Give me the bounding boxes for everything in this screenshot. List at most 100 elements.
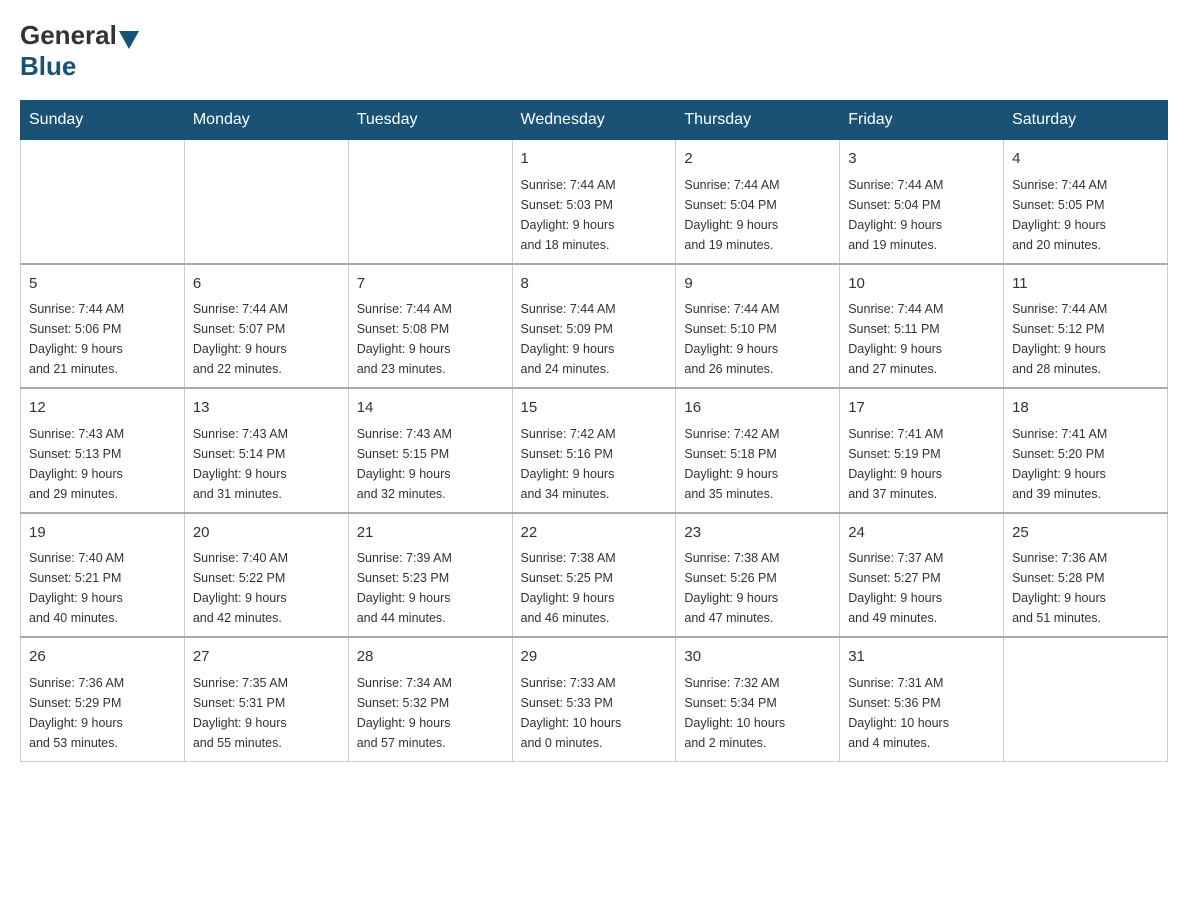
day-number: 25 <box>1012 522 1159 545</box>
day-number: 20 <box>193 522 340 545</box>
day-info: Sunrise: 7:44 AMSunset: 5:11 PMDaylight:… <box>848 299 995 379</box>
logo: General Blue <box>20 20 141 82</box>
calendar-header-friday: Friday <box>840 101 1004 140</box>
calendar-header-sunday: Sunday <box>21 101 185 140</box>
day-info: Sunrise: 7:38 AMSunset: 5:26 PMDaylight:… <box>684 548 831 628</box>
calendar-day-cell: 21Sunrise: 7:39 AMSunset: 5:23 PMDayligh… <box>348 513 512 638</box>
day-number: 24 <box>848 522 995 545</box>
calendar-week-row: 5Sunrise: 7:44 AMSunset: 5:06 PMDaylight… <box>21 264 1168 389</box>
calendar-day-cell: 15Sunrise: 7:42 AMSunset: 5:16 PMDayligh… <box>512 388 676 513</box>
page-header: General Blue <box>20 20 1168 82</box>
day-number: 5 <box>29 273 176 296</box>
calendar-week-row: 1Sunrise: 7:44 AMSunset: 5:03 PMDaylight… <box>21 140 1168 264</box>
day-info: Sunrise: 7:41 AMSunset: 5:20 PMDaylight:… <box>1012 424 1159 504</box>
calendar-table: SundayMondayTuesdayWednesdayThursdayFrid… <box>20 100 1168 762</box>
day-number: 12 <box>29 397 176 420</box>
day-info: Sunrise: 7:44 AMSunset: 5:04 PMDaylight:… <box>684 175 831 255</box>
day-number: 7 <box>357 273 504 296</box>
day-number: 17 <box>848 397 995 420</box>
calendar-day-cell: 10 Sunrise: 7:44 AMSunset: 5:11 PMDayligh… <box>840 264 1004 389</box>
calendar-day-cell: 14Sunrise: 7:43 AMSunset: 5:15 PMDayligh… <box>348 388 512 513</box>
calendar-day-cell: 20Sunrise: 7:40 AMSunset: 5:22 PMDayligh… <box>184 513 348 638</box>
calendar-week-row: 26 Sunrise: 7:36 AMSunset: 5:29 PMDayligh… <box>21 637 1168 761</box>
day-number: 1 <box>521 148 668 171</box>
calendar-header-thursday: Thursday <box>676 101 840 140</box>
calendar-day-cell: 29Sunrise: 7:33 AMSunset: 5:33 PMDayligh… <box>512 637 676 761</box>
day-number: 11 <box>1012 273 1159 296</box>
calendar-day-cell: 31Sunrise: 7:31 AMSunset: 5:36 PMDayligh… <box>840 637 1004 761</box>
day-number: 19 <box>29 522 176 545</box>
day-info: Sunrise: 7:32 AMSunset: 5:34 PMDaylight:… <box>684 673 831 753</box>
calendar-week-row: 12 Sunrise: 7:43 AMSunset: 5:13 PMDayligh… <box>21 388 1168 513</box>
calendar-day-cell: 9 Sunrise: 7:44 AMSunset: 5:10 PMDaylight… <box>676 264 840 389</box>
day-info: Sunrise: 7:39 AMSunset: 5:23 PMDaylight:… <box>357 548 504 628</box>
calendar-day-cell <box>21 140 185 264</box>
logo-blue-text: Blue <box>20 51 76 81</box>
calendar-header-row: SundayMondayTuesdayWednesdayThursdayFrid… <box>21 101 1168 140</box>
day-info: Sunrise: 7:37 AMSunset: 5:27 PMDaylight:… <box>848 548 995 628</box>
logo-triangle-icon <box>119 31 139 49</box>
day-info: Sunrise: 7:36 AMSunset: 5:28 PMDaylight:… <box>1012 548 1159 628</box>
calendar-day-cell: 12 Sunrise: 7:43 AMSunset: 5:13 PMDayligh… <box>21 388 185 513</box>
day-number: 9 <box>684 273 831 296</box>
day-number: 14 <box>357 397 504 420</box>
day-number: 3 <box>848 148 995 171</box>
calendar-day-cell: 8Sunrise: 7:44 AMSunset: 5:09 PMDaylight… <box>512 264 676 389</box>
calendar-day-cell <box>1004 637 1168 761</box>
calendar-day-cell: 23 Sunrise: 7:38 AMSunset: 5:26 PMDayligh… <box>676 513 840 638</box>
calendar-day-cell: 27 Sunrise: 7:35 AMSunset: 5:31 PMDayligh… <box>184 637 348 761</box>
day-info: Sunrise: 7:44 AMSunset: 5:05 PMDaylight:… <box>1012 175 1159 255</box>
day-info: Sunrise: 7:36 AMSunset: 5:29 PMDaylight:… <box>29 673 176 753</box>
calendar-day-cell: 22 Sunrise: 7:38 AMSunset: 5:25 PMDayligh… <box>512 513 676 638</box>
day-info: Sunrise: 7:33 AMSunset: 5:33 PMDaylight:… <box>521 673 668 753</box>
calendar-day-cell: 6 Sunrise: 7:44 AMSunset: 5:07 PMDaylight… <box>184 264 348 389</box>
calendar-day-cell: 18 Sunrise: 7:41 AMSunset: 5:20 PMDayligh… <box>1004 388 1168 513</box>
calendar-day-cell: 24 Sunrise: 7:37 AMSunset: 5:27 PMDayligh… <box>840 513 1004 638</box>
logo-general-text: General <box>20 20 117 51</box>
calendar-day-cell <box>348 140 512 264</box>
calendar-day-cell: 25 Sunrise: 7:36 AMSunset: 5:28 PMDayligh… <box>1004 513 1168 638</box>
calendar-header-tuesday: Tuesday <box>348 101 512 140</box>
day-number: 16 <box>684 397 831 420</box>
day-number: 15 <box>521 397 668 420</box>
day-number: 28 <box>357 646 504 669</box>
day-info: Sunrise: 7:38 AMSunset: 5:25 PMDaylight:… <box>521 548 668 628</box>
day-number: 26 <box>29 646 176 669</box>
day-info: Sunrise: 7:44 AMSunset: 5:10 PMDaylight:… <box>684 299 831 379</box>
day-number: 27 <box>193 646 340 669</box>
day-info: Sunrise: 7:44 AMSunset: 5:09 PMDaylight:… <box>521 299 668 379</box>
day-info: Sunrise: 7:40 AMSunset: 5:21 PMDaylight:… <box>29 548 176 628</box>
day-info: Sunrise: 7:44 AMSunset: 5:04 PMDaylight:… <box>848 175 995 255</box>
day-info: Sunrise: 7:41 AMSunset: 5:19 PMDaylight:… <box>848 424 995 504</box>
calendar-day-cell: 19 Sunrise: 7:40 AMSunset: 5:21 PMDayligh… <box>21 513 185 638</box>
calendar-day-cell: 7 Sunrise: 7:44 AMSunset: 5:08 PMDaylight… <box>348 264 512 389</box>
calendar-day-cell: 13Sunrise: 7:43 AMSunset: 5:14 PMDayligh… <box>184 388 348 513</box>
day-info: Sunrise: 7:44 AMSunset: 5:08 PMDaylight:… <box>357 299 504 379</box>
calendar-day-cell: 30 Sunrise: 7:32 AMSunset: 5:34 PMDayligh… <box>676 637 840 761</box>
day-info: Sunrise: 7:31 AMSunset: 5:36 PMDaylight:… <box>848 673 995 753</box>
calendar-header-monday: Monday <box>184 101 348 140</box>
day-number: 2 <box>684 148 831 171</box>
day-info: Sunrise: 7:44 AMSunset: 5:12 PMDaylight:… <box>1012 299 1159 379</box>
calendar-day-cell: 2 Sunrise: 7:44 AMSunset: 5:04 PMDaylight… <box>676 140 840 264</box>
calendar-header-saturday: Saturday <box>1004 101 1168 140</box>
calendar-day-cell: 16 Sunrise: 7:42 AMSunset: 5:18 PMDayligh… <box>676 388 840 513</box>
day-number: 10 <box>848 273 995 296</box>
day-number: 22 <box>521 522 668 545</box>
day-info: Sunrise: 7:43 AMSunset: 5:13 PMDaylight:… <box>29 424 176 504</box>
calendar-day-cell: 5Sunrise: 7:44 AMSunset: 5:06 PMDaylight… <box>21 264 185 389</box>
day-info: Sunrise: 7:35 AMSunset: 5:31 PMDaylight:… <box>193 673 340 753</box>
calendar-day-cell: 3 Sunrise: 7:44 AMSunset: 5:04 PMDaylight… <box>840 140 1004 264</box>
day-number: 30 <box>684 646 831 669</box>
day-number: 6 <box>193 273 340 296</box>
calendar-day-cell: 28 Sunrise: 7:34 AMSunset: 5:32 PMDayligh… <box>348 637 512 761</box>
calendar-day-cell: 4 Sunrise: 7:44 AMSunset: 5:05 PMDaylight… <box>1004 140 1168 264</box>
day-number: 18 <box>1012 397 1159 420</box>
day-info: Sunrise: 7:44 AMSunset: 5:07 PMDaylight:… <box>193 299 340 379</box>
day-info: Sunrise: 7:34 AMSunset: 5:32 PMDaylight:… <box>357 673 504 753</box>
day-info: Sunrise: 7:42 AMSunset: 5:18 PMDaylight:… <box>684 424 831 504</box>
day-info: Sunrise: 7:43 AMSunset: 5:14 PMDaylight:… <box>193 424 340 504</box>
calendar-week-row: 19 Sunrise: 7:40 AMSunset: 5:21 PMDayligh… <box>21 513 1168 638</box>
day-number: 4 <box>1012 148 1159 171</box>
day-number: 23 <box>684 522 831 545</box>
